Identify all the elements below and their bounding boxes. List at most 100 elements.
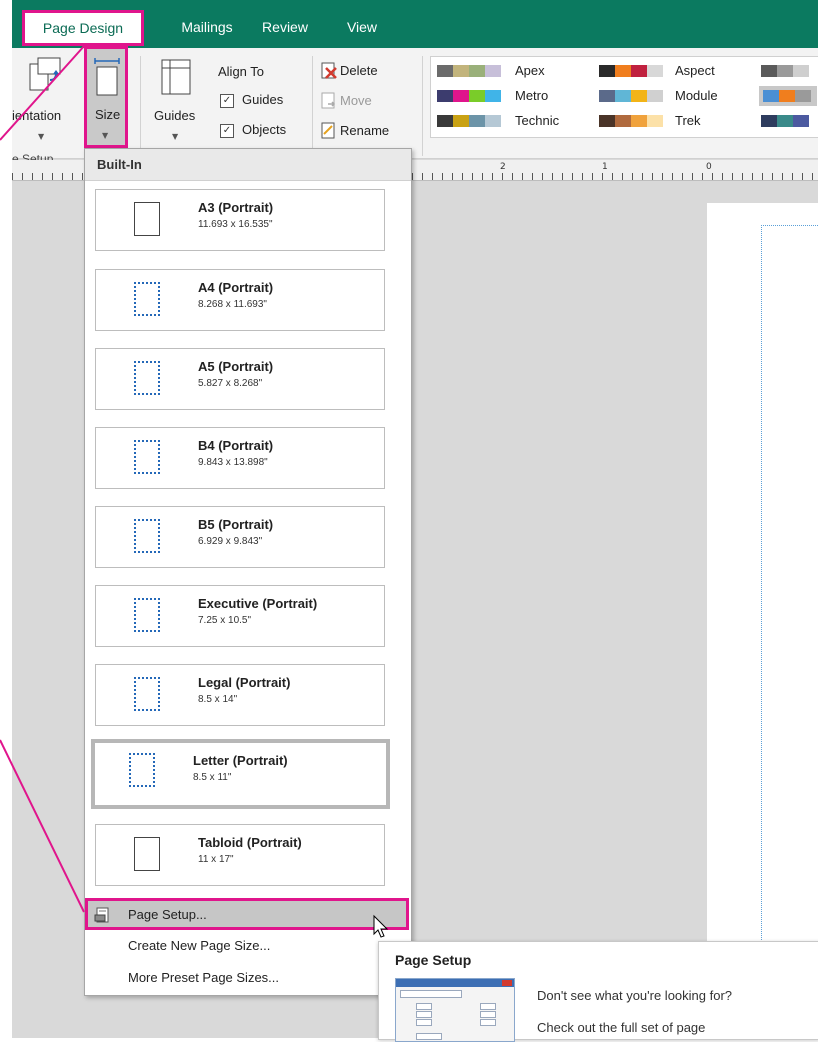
scheme-aspect[interactable]: Aspect xyxy=(599,63,759,79)
page-size-a4[interactable]: A4 (Portrait) 8.268 x 11.693" xyxy=(95,269,385,331)
ribbon-divider xyxy=(312,56,313,156)
scheme-apex[interactable]: Apex xyxy=(437,63,597,79)
page-size-dimensions: 8.268 x 11.693" xyxy=(198,299,267,310)
scheme-swatch xyxy=(485,65,501,77)
page-size-a3[interactable]: A3 (Portrait) 11.693 x 16.535" xyxy=(95,189,385,251)
guides-button[interactable]: Guides ▼ xyxy=(146,48,206,146)
tab-review[interactable]: Review xyxy=(254,12,316,42)
rename-page-button[interactable]: Rename xyxy=(320,122,420,142)
preview-field xyxy=(416,1011,432,1018)
scheme-name: Technic xyxy=(515,113,560,128)
scheme-partial-2[interactable] xyxy=(759,86,817,106)
scheme-trek[interactable]: Trek xyxy=(599,113,759,129)
move-page-button[interactable]: Move xyxy=(320,92,410,112)
color-schemes-gallery: Apex Aspect Metro Module Technic Trek xyxy=(430,56,818,138)
scheme-swatch xyxy=(777,65,793,77)
scheme-swatch xyxy=(453,65,469,77)
document-page[interactable] xyxy=(707,203,818,1038)
tooltip-title: Page Setup xyxy=(395,952,472,968)
preview-close-icon xyxy=(502,980,512,986)
page-size-legal[interactable]: Legal (Portrait) 8.5 x 14" xyxy=(95,664,385,726)
page-size-executive[interactable]: Executive (Portrait) 7.25 x 10.5" xyxy=(95,585,385,647)
scheme-swatch xyxy=(437,90,453,102)
page-size-name: A4 (Portrait) xyxy=(198,280,274,295)
scheme-swatch xyxy=(777,115,793,127)
page-thumbnail-icon xyxy=(129,753,155,787)
scheme-metro[interactable]: Metro xyxy=(437,88,597,104)
size-icon xyxy=(94,58,120,96)
chevron-down-icon: ▼ xyxy=(172,132,179,141)
page-size-name: Letter (Portrait) xyxy=(193,753,288,768)
page-size-a5[interactable]: A5 (Portrait) 5.827 x 8.268" xyxy=(95,348,385,410)
delete-page-icon xyxy=(321,62,337,79)
scheme-swatch xyxy=(761,115,777,127)
page-size-name: A3 (Portrait) xyxy=(198,200,274,215)
page-size-name: Legal (Portrait) xyxy=(198,675,291,690)
page-size-name: A5 (Portrait) xyxy=(198,359,274,374)
scheme-module[interactable]: Module xyxy=(599,88,759,104)
size-dropdown-menu: Built-In A3 (Portrait) 11.693 x 16.535" … xyxy=(84,148,412,996)
scheme-swatch xyxy=(615,90,631,102)
guides-checkbox[interactable]: ✓ Guides xyxy=(220,92,310,110)
orientation-button[interactable]: ientation ▼ xyxy=(12,48,82,146)
page-size-b4[interactable]: B4 (Portrait) 9.843 x 13.898" xyxy=(95,427,385,489)
scheme-swatch xyxy=(793,65,809,77)
page-size-dimensions: 8.5 x 14" xyxy=(198,694,238,705)
page-thumbnail-icon xyxy=(134,282,160,316)
page-size-dimensions: 9.843 x 13.898" xyxy=(198,457,268,468)
page-size-dimensions: 8.5 x 11" xyxy=(193,772,232,783)
scheme-swatch xyxy=(453,115,469,127)
size-label: Size xyxy=(95,107,121,122)
objects-checkbox[interactable]: ✓ Objects xyxy=(220,122,310,140)
ribbon: ientation ▼ Size ▼ Guides ▼ Align To ✓ G… xyxy=(12,46,818,166)
page-size-letter[interactable]: Letter (Portrait) 8.5 x 11" xyxy=(91,739,390,809)
page-thumbnail-icon xyxy=(134,677,160,711)
scheme-swatch xyxy=(437,65,453,77)
scheme-swatch xyxy=(485,115,501,127)
scheme-partial-1[interactable] xyxy=(761,63,817,79)
guides-icon xyxy=(161,59,191,95)
scheme-swatch xyxy=(599,65,615,77)
rename-page-icon xyxy=(321,122,335,139)
tooltip-line-2: Check out the full set of page xyxy=(537,1020,706,1035)
page-size-tabloid[interactable]: Tabloid (Portrait) 11 x 17" xyxy=(95,824,385,886)
scheme-swatch xyxy=(469,90,485,102)
tab-view[interactable]: View xyxy=(338,12,386,42)
scheme-swatch xyxy=(631,65,647,77)
page-setup-icon xyxy=(94,907,109,923)
guides-label: Guides xyxy=(154,108,196,123)
ruler-number: 0 xyxy=(706,162,712,172)
checkbox-checked-icon: ✓ xyxy=(220,94,234,108)
page-thumbnail-icon xyxy=(134,519,160,553)
tab-page-design[interactable]: Page Design xyxy=(22,10,144,46)
scheme-name: Module xyxy=(675,88,718,103)
scheme-technic[interactable]: Technic xyxy=(437,113,597,129)
create-new-page-size-item[interactable]: Create New Page Size... xyxy=(128,938,270,953)
scheme-swatch xyxy=(647,90,663,102)
delete-label: Delete xyxy=(340,63,378,78)
more-preset-page-sizes-item[interactable]: More Preset Page Sizes... xyxy=(128,970,279,985)
preview-field xyxy=(416,1019,432,1026)
scheme-partial-3[interactable] xyxy=(761,113,817,129)
scheme-name: Aspect xyxy=(675,63,715,78)
size-button[interactable]: Size ▼ xyxy=(84,46,128,148)
scheme-swatch xyxy=(599,115,615,127)
page-setup-dialog-preview xyxy=(395,978,515,1042)
preview-field xyxy=(480,1003,496,1010)
page-setup-menu-item[interactable]: Page Setup... xyxy=(85,898,409,930)
delete-page-button[interactable]: Delete xyxy=(320,62,410,82)
tab-mailings[interactable]: Mailings xyxy=(172,12,242,42)
page-setup-tooltip: Page Setup Don't see what you're looking… xyxy=(378,941,818,1042)
page-size-b5[interactable]: B5 (Portrait) 6.929 x 9.843" xyxy=(95,506,385,568)
scheme-swatch xyxy=(763,90,779,102)
chevron-down-icon: ▼ xyxy=(38,132,45,141)
checkbox-checked-icon: ✓ xyxy=(220,124,234,138)
page-size-name: Tabloid (Portrait) xyxy=(198,835,302,850)
ribbon-divider xyxy=(422,56,423,156)
scheme-swatch xyxy=(647,65,663,77)
scheme-swatch xyxy=(631,115,647,127)
rename-label: Rename xyxy=(340,123,390,138)
scheme-swatch xyxy=(647,115,663,127)
built-in-header: Built-In xyxy=(85,149,411,181)
scheme-swatch xyxy=(469,65,485,77)
